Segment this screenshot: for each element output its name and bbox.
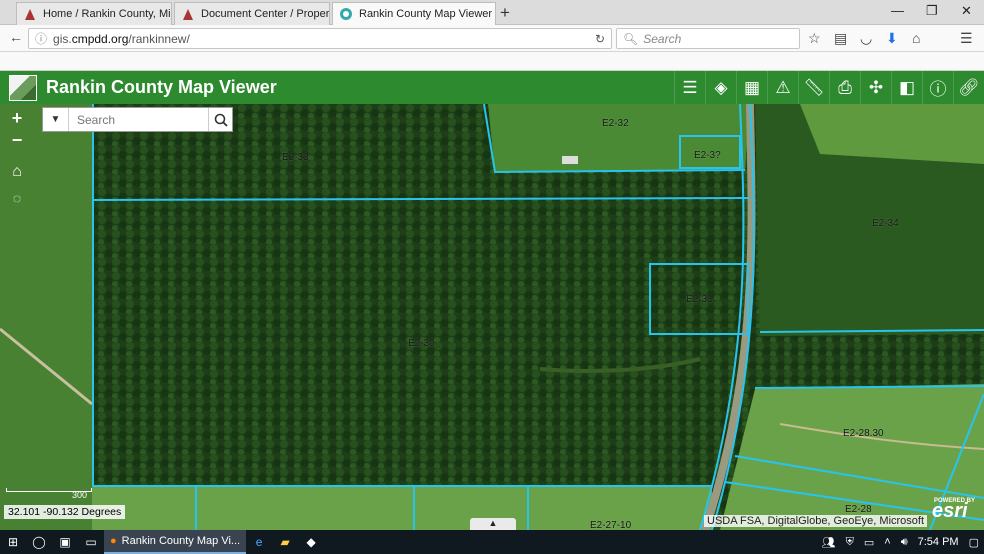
parcel-label: E2-30	[408, 338, 435, 349]
volume-icon[interactable]: 🔊︎	[901, 536, 908, 549]
locate-icon[interactable]: ◌	[4, 186, 30, 210]
bookmarks-bar	[0, 52, 984, 71]
bottom-panel-toggle[interactable]: ▲	[470, 518, 516, 530]
battery-icon[interactable]: ▭	[864, 536, 874, 549]
reading-list-icon[interactable]: ▤	[834, 30, 847, 47]
start-icon[interactable]: ⊞	[0, 530, 26, 554]
clock[interactable]: 7:54 PM	[918, 536, 959, 548]
browser-tab-home[interactable]: Home / Rankin County, Miss ×	[16, 2, 172, 25]
browser-tab-bar: Home / Rankin County, Miss × Document Ce…	[0, 0, 984, 25]
shield-icon[interactable]: ⛨	[846, 536, 854, 549]
measure-icon[interactable]: 📏︎	[798, 71, 829, 104]
task-view-icon[interactable]: ▭	[78, 530, 104, 554]
tab-title: Rankin County Map Viewer	[359, 8, 493, 20]
pocket-icon[interactable]: ◡	[860, 30, 872, 47]
app-title: Rankin County Map Viewer	[46, 77, 277, 97]
menu-icon[interactable]: ☰	[960, 30, 973, 47]
search-icon	[214, 113, 228, 127]
scale-label: 300	[72, 490, 88, 500]
parcel-label: E2-33	[282, 152, 309, 163]
home-icon[interactable]: ⌂	[912, 30, 920, 46]
url-domain: cmpdd.org	[71, 31, 129, 46]
compare-icon[interactable]: ◧	[891, 71, 922, 104]
layers-icon[interactable]: ◈	[705, 71, 736, 104]
info-icon: ⓘ	[35, 32, 48, 46]
home-extent-icon[interactable]: ⌂	[4, 160, 30, 184]
parcel-label: E2-32	[602, 118, 629, 129]
taskbar-firefox-app[interactable]: ● Rankin County Map Vi...	[104, 530, 247, 554]
store-icon[interactable]: ▣	[52, 530, 78, 554]
map-attribution: USDA FSA, DigitalGlobe, GeoEye, Microsof…	[704, 515, 928, 527]
esri-logo: POWERED BY esri	[932, 498, 975, 523]
minimize-icon[interactable]: —	[891, 3, 904, 18]
page-icon	[25, 9, 35, 20]
app-icon[interactable]: ◆	[298, 530, 324, 554]
new-tab-button[interactable]: +	[500, 3, 510, 23]
taskbar: ⊞ ◯ ▣ ▭ ● Rankin County Map Vi... e ▰ ◆ …	[0, 530, 984, 554]
app-header: Rankin County Map Viewer ☰ ◈ ▦ ⚠ 📏︎ ⎙ ✣ …	[0, 71, 984, 104]
close-tab-icon[interactable]: ×	[492, 7, 495, 22]
parcel-label: E2-31	[686, 294, 713, 305]
parcel-label: E2-3?	[694, 150, 721, 161]
parcel-label: E2-28	[845, 504, 872, 515]
aerial-imagery	[0, 104, 984, 530]
close-window-icon[interactable]: ✕	[961, 3, 972, 19]
back-icon[interactable]: ←	[9, 29, 23, 45]
parcel-label: E2-34	[872, 218, 899, 229]
file-explorer-icon[interactable]: ▰	[272, 530, 298, 554]
browser-nav-bar: ← ⓘ gis. cmpdd.org/rankinnew/ ↻ 🔍︎ Search…	[0, 25, 984, 52]
chevron-up-icon[interactable]: ˄	[884, 536, 890, 548]
esri-powered-by: POWERED BY	[934, 498, 976, 504]
search-source-dropdown[interactable]: ▼	[43, 108, 69, 131]
search-icon: 🔍︎	[623, 31, 639, 46]
people-icon[interactable]: 👥︎	[822, 536, 836, 549]
address-bar[interactable]: ⓘ gis. cmpdd.org/rankinnew/ ↻	[28, 28, 612, 49]
edge-icon[interactable]: e	[246, 530, 272, 554]
parcel-label: E2-28.30	[843, 428, 884, 439]
map-favicon	[340, 8, 352, 20]
browser-search-placeholder: Search	[643, 31, 682, 46]
zoom-out-button[interactable]: −	[4, 128, 30, 152]
page-icon	[183, 9, 193, 20]
parcel-label: E2-27-10	[590, 520, 632, 530]
zoom-in-button[interactable]: +	[4, 106, 30, 130]
browser-tab-document-center[interactable]: Document Center / Property ×	[174, 2, 330, 25]
url-path: /rankinnew/	[128, 31, 190, 46]
link-icon[interactable]: 🔗︎	[953, 71, 984, 104]
coordinate-readout: 32.101 -90.132 Degrees	[4, 505, 126, 519]
system-tray: 👥︎ ⛨ ▭ ˄ 🔊︎ 7:54 PM ▢	[817, 530, 984, 554]
firefox-icon: ●	[110, 535, 117, 547]
map-search-box: ▼ Search	[42, 107, 233, 132]
reload-icon[interactable]: ↻	[595, 32, 605, 46]
map-search-button[interactable]	[208, 108, 232, 131]
browser-search-field[interactable]: 🔍︎ Search	[616, 28, 800, 49]
info-icon[interactable]: ⓘ	[922, 71, 953, 104]
toolbar: ☰ ◈ ▦ ⚠ 📏︎ ⎙ ✣ ◧ ⓘ 🔗︎	[674, 71, 984, 104]
basemap-icon[interactable]: ▦	[736, 71, 767, 104]
tab-title: Home / Rankin County, Miss	[43, 8, 172, 20]
restore-icon[interactable]: ❐	[926, 3, 938, 19]
county-logo	[9, 74, 37, 101]
browser-tab-map-viewer[interactable]: Rankin County Map Viewer ×	[332, 2, 496, 25]
legend-icon[interactable]: ☰	[674, 71, 705, 104]
cortana-icon[interactable]: ◯	[26, 530, 52, 554]
identify-icon[interactable]: ✣	[860, 71, 891, 104]
map-canvas[interactable]: + − ⌂ ◌ E2-32 E2-33 E2-3? E2-34 E2-31 E2…	[0, 104, 984, 530]
notifications-icon[interactable]: ▢	[969, 536, 979, 549]
map-search-input[interactable]: Search	[69, 113, 208, 127]
url-prefix: gis.	[53, 31, 72, 46]
tab-title: Document Center / Property	[201, 8, 330, 20]
download-icon[interactable]: ⬇	[886, 30, 898, 47]
print-icon[interactable]: ⎙	[829, 71, 860, 104]
bookmark-star-icon[interactable]: ☆	[808, 30, 821, 47]
taskbar-app-label: Rankin County Map Vi...	[121, 535, 241, 547]
alert-icon[interactable]: ⚠	[767, 71, 798, 104]
